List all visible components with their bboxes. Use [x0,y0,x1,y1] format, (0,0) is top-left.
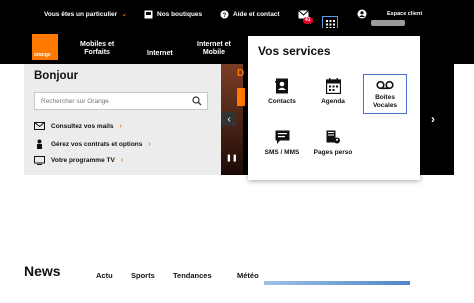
orange-logo[interactable]: orange [32,34,58,60]
tv-icon [34,156,45,165]
carousel-prev-button[interactable]: ‹ [222,112,236,126]
svg-text:?: ? [223,13,227,19]
service-label: Contacts [268,98,296,105]
account-label: Espace client [387,11,423,17]
news-banner-edge [264,281,410,285]
news-title: News [24,263,61,279]
chevron-right-icon: › [120,157,124,164]
account-name-redacted [371,20,405,26]
user-icon [357,9,367,19]
service-label: Agenda [321,98,345,105]
quick-link-label: Consultez vos mails [51,122,114,130]
chevron-down-icon: ⌄ [121,11,128,18]
help-link[interactable]: ? Aide et contact [220,0,280,28]
pause-icon: ❚❚ [226,155,238,162]
chevron-right-icon: › [431,112,435,126]
search-input[interactable] [41,96,181,107]
logo-text: orange [34,52,51,58]
service-label: Pages perso [313,149,353,156]
chevron-left-icon: ‹ [227,113,231,125]
mail-small-icon [34,122,45,130]
quick-link-label: Votre programme TV [51,157,115,164]
quick-link-mails[interactable]: Consultez vos mails › [34,122,122,130]
greeting-title: Bonjour [34,70,79,82]
news-tab-actu[interactable]: Actu [96,271,113,280]
news-tab-meteo[interactable]: Météo [237,271,259,280]
help-label: Aide et contact [233,10,280,18]
quick-link-tv[interactable]: Votre programme TV › [34,156,123,165]
contract-icon [37,139,42,149]
news-tab-tendances[interactable]: Tendances [173,271,212,280]
search-box [34,92,208,110]
chevron-right-icon: › [119,122,122,130]
contacts-icon [275,78,288,94]
voicemail-icon [376,80,394,90]
stores-label: Nos boutiques [157,10,203,18]
service-agenda[interactable]: Agenda [311,78,355,106]
services-title: Vos services [258,44,331,58]
news-tab-sports[interactable]: Sports [131,271,155,280]
service-sms[interactable]: SMS / MMS [260,130,304,157]
services-dropdown: Vos services Contacts Agenda Boîtes Voca… [248,36,420,180]
service-voicemail[interactable]: Boîtes Vocales [363,80,407,110]
service-contacts[interactable]: Contacts [260,78,304,106]
agenda-icon [325,78,341,94]
search-icon[interactable] [192,96,202,106]
quick-link-label: Gérez vos contrats et options [51,140,143,148]
top-utility-bar: Vous êtes un particulier ⌄ Nos boutiques… [0,0,474,32]
hero-image-accent [237,88,245,106]
quick-link-contracts[interactable]: Gérez vos contrats et options › [34,139,151,149]
store-icon [144,10,153,18]
carousel-next-button[interactable]: › [427,112,439,126]
service-pages-perso[interactable]: Pages perso [311,130,355,157]
service-label: Boîtes Vocales [372,94,398,109]
sms-icon [275,130,289,144]
segment-selector[interactable]: Vous êtes un particulier ⌄ [44,0,127,28]
carousel-pause-button[interactable]: ❚❚ [226,154,238,164]
help-icon: ? [220,10,229,19]
nav-internet-mobile[interactable]: Internet et Mobile [197,41,231,57]
hero-headline-fragment: D [237,68,245,79]
nav-internet[interactable]: Internet [147,50,173,58]
chevron-right-icon: › [148,140,151,148]
nav-mobiles-forfaits[interactable]: Mobiles et Forfaits [80,41,114,57]
service-label: SMS / MMS [264,149,300,156]
mail-badge: 41 [303,17,313,24]
stores-link[interactable]: Nos boutiques [144,0,202,28]
pages-perso-icon [326,130,340,144]
segment-label: Vous êtes un particulier [44,10,118,18]
